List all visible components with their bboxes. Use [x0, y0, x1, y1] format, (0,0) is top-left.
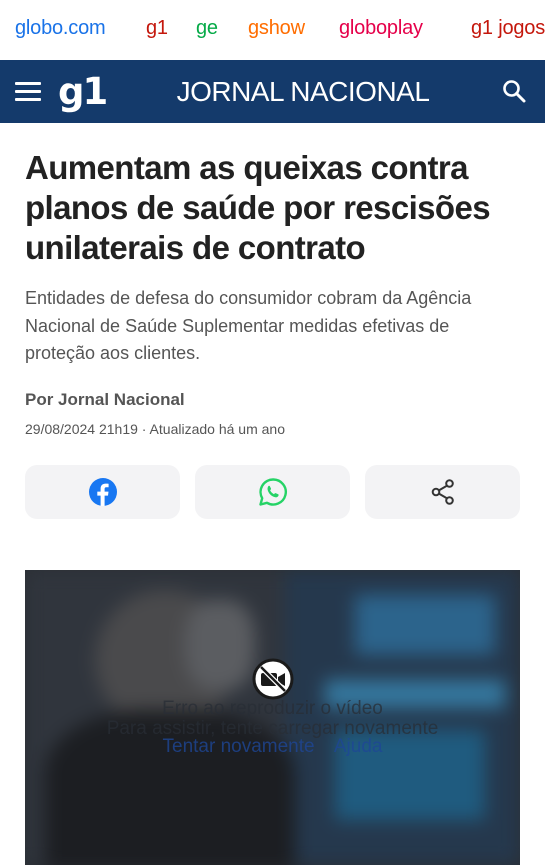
- share-facebook-button[interactable]: [25, 465, 180, 519]
- article-date: 29/08/2024 21h19 · Atualizado há um ano: [25, 421, 285, 437]
- nav-link-ge[interactable]: ge: [196, 17, 218, 40]
- article-title: Aumentam as queixas contra planos de saú…: [25, 149, 491, 266]
- video-error-overlay: Erro ao reproduzir o vídeo Para assistir…: [25, 570, 520, 865]
- facebook-icon: [88, 478, 117, 506]
- search-icon[interactable]: [501, 78, 527, 109]
- nav-link-globo[interactable]: globo.com: [15, 17, 106, 40]
- article-subtitle: Entidades de defesa do consumidor cobram…: [25, 288, 472, 363]
- nav-link-g1-jogos[interactable]: g1 jogos: [471, 17, 545, 40]
- retry-link[interactable]: Tentar novamente: [163, 736, 315, 757]
- share-icon: [431, 479, 454, 505]
- nav-link-g1[interactable]: g1: [146, 17, 168, 40]
- share-more-button[interactable]: [365, 465, 520, 519]
- video-error-title: Erro ao reproduzir o vídeo: [162, 698, 383, 719]
- g1-logo[interactable]: g1: [58, 70, 108, 113]
- section-title[interactable]: JORNAL NACIONAL: [148, 76, 458, 108]
- video-player[interactable]: Erro ao reproduzir o vídeo Para assistir…: [25, 570, 520, 865]
- hamburger-icon[interactable]: [15, 82, 41, 102]
- article-byline: Por Jornal Nacional: [25, 390, 185, 409]
- share-whatsapp-button[interactable]: [195, 465, 350, 519]
- site-header: g1 JORNAL NACIONAL: [0, 60, 545, 123]
- video-error-actions: Tentar novamente Ajuda: [25, 736, 520, 758]
- help-link[interactable]: Ajuda: [334, 736, 383, 757]
- nav-link-gshow[interactable]: gshow: [248, 17, 305, 40]
- network-nav: globo.com g1 ge gshow globoplay g1 jogos: [0, 0, 545, 60]
- whatsapp-icon: [258, 478, 287, 506]
- nav-link-globoplay[interactable]: globoplay: [339, 17, 423, 40]
